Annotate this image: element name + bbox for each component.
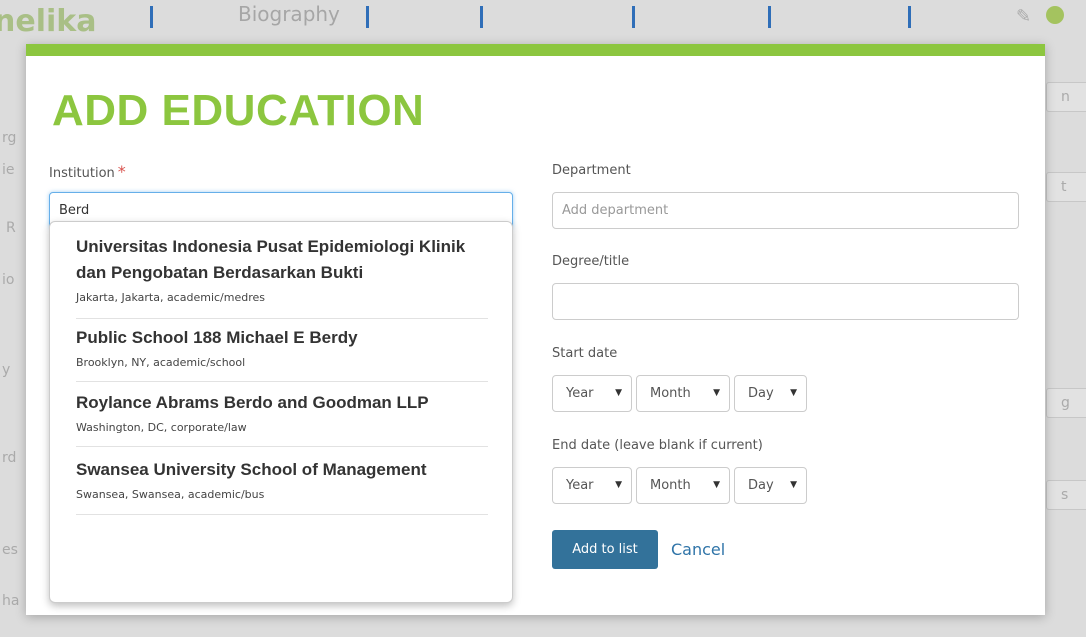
chevron-down-icon: ▼ xyxy=(713,388,720,398)
chevron-down-icon: ▼ xyxy=(713,480,720,490)
chevron-down-icon: ▼ xyxy=(615,480,622,490)
autocomplete-item-meta: Brooklyn, NY, academic/school xyxy=(76,356,246,369)
bg-fragment: y xyxy=(2,362,11,378)
bg-fragment: t xyxy=(1061,179,1067,195)
autocomplete-item-name: Roylance Abrams Berdo and Goodman LLP xyxy=(76,393,429,412)
cancel-link[interactable]: Cancel xyxy=(671,540,725,559)
start-month-select[interactable]: Month ▼ xyxy=(636,375,730,412)
end-year-value: Year xyxy=(566,478,594,493)
bg-fragment: io xyxy=(2,272,15,288)
start-day-select[interactable]: Day ▼ xyxy=(734,375,807,412)
link-marker xyxy=(908,6,911,28)
start-year-value: Year xyxy=(566,386,594,401)
department-label: Department xyxy=(552,163,631,178)
autocomplete-item[interactable]: Universitas Indonesia Pusat Epidemiologi… xyxy=(76,234,488,319)
link-marker xyxy=(480,6,483,28)
autocomplete-item-name: Public School 188 Michael E Berdy xyxy=(76,328,358,347)
end-month-value: Month xyxy=(650,478,691,493)
autocomplete-item-meta: Washington, DC, corporate/law xyxy=(76,421,247,434)
link-marker xyxy=(632,6,635,28)
degree-label: Degree/title xyxy=(552,254,630,269)
autocomplete-item[interactable]: Roylance Abrams Berdo and Goodman LLP Wa… xyxy=(76,390,488,447)
institution-label: Institution * xyxy=(49,162,126,181)
background-link-strip xyxy=(0,0,1086,46)
bg-fragment: rg xyxy=(2,130,17,146)
end-day-value: Day xyxy=(748,478,774,493)
link-marker xyxy=(366,6,369,28)
chevron-down-icon: ▼ xyxy=(790,388,797,398)
degree-input[interactable] xyxy=(552,283,1019,320)
modal-title: ADD EDUCATION xyxy=(52,86,425,135)
end-year-select[interactable]: Year ▼ xyxy=(552,467,632,504)
start-day-value: Day xyxy=(748,386,774,401)
link-marker xyxy=(768,6,771,28)
autocomplete-item-name: Swansea University School of Management xyxy=(76,460,427,479)
bg-fragment: n xyxy=(1061,89,1070,105)
bg-fragment: ha xyxy=(2,593,20,609)
background-button: s xyxy=(1046,480,1086,510)
chevron-down-icon: ▼ xyxy=(615,388,622,398)
background-button: n xyxy=(1046,82,1086,112)
end-date-label: End date (leave blank if current) xyxy=(552,438,763,453)
chevron-down-icon: ▼ xyxy=(790,480,797,490)
bg-fragment: R xyxy=(6,220,16,236)
link-marker xyxy=(150,6,153,28)
autocomplete-item-meta: Jakarta, Jakarta, academic/medres xyxy=(76,291,265,304)
department-input[interactable] xyxy=(552,192,1019,229)
add-to-list-button[interactable]: Add to list xyxy=(552,530,658,569)
bg-fragment: ie xyxy=(2,162,15,178)
autocomplete-item-meta: Swansea, Swansea, academic/bus xyxy=(76,488,265,501)
people-icon xyxy=(1046,6,1064,24)
end-day-select[interactable]: Day ▼ xyxy=(734,467,807,504)
institution-label-text: Institution xyxy=(49,166,115,181)
background-button: g xyxy=(1046,388,1086,418)
bg-fragment: g xyxy=(1061,395,1070,411)
end-month-select[interactable]: Month ▼ xyxy=(636,467,730,504)
autocomplete-item-name: Universitas Indonesia Pusat Epidemiologi… xyxy=(76,237,466,282)
start-date-label: Start date xyxy=(552,346,618,361)
bg-fragment: rd xyxy=(2,450,17,466)
edit-icon: ✎ xyxy=(1016,6,1032,27)
required-marker: * xyxy=(117,162,126,181)
bg-fragment: es xyxy=(2,542,18,558)
institution-autocomplete: Universitas Indonesia Pusat Epidemiologi… xyxy=(49,221,513,603)
autocomplete-item[interactable]: Public School 188 Michael E Berdy Brookl… xyxy=(76,325,488,382)
bg-fragment: s xyxy=(1061,487,1069,503)
start-month-value: Month xyxy=(650,386,691,401)
start-year-select[interactable]: Year ▼ xyxy=(552,375,632,412)
autocomplete-item[interactable]: Swansea University School of Management … xyxy=(76,457,488,515)
background-button: t xyxy=(1046,172,1086,202)
add-education-modal: ADD EDUCATION Institution* Universitas I… xyxy=(26,44,1045,615)
